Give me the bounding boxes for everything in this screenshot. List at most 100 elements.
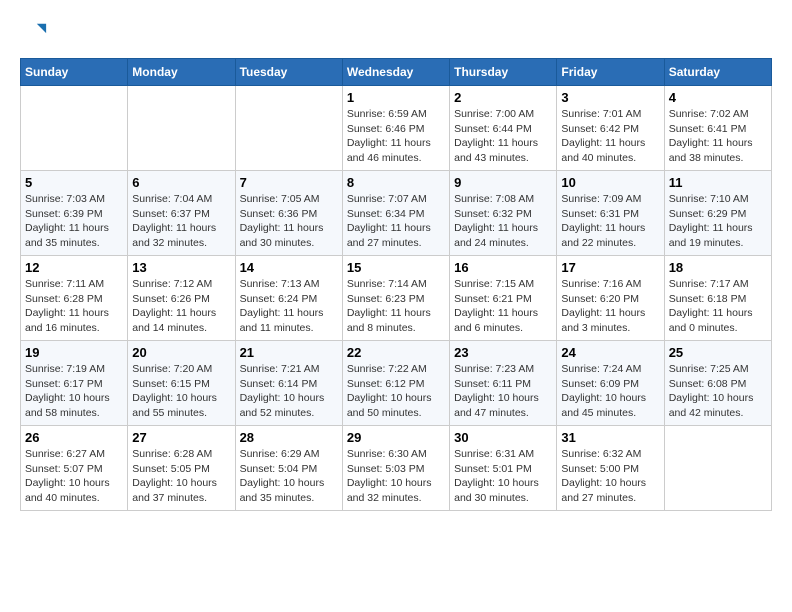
calendar-cell: 1 Sunrise: 6:59 AM Sunset: 6:46 PM Daylig…	[342, 86, 449, 171]
day-info: Sunrise: 7:25 AM Sunset: 6:08 PM Dayligh…	[669, 362, 767, 421]
calendar-cell: 2 Sunrise: 7:00 AM Sunset: 6:44 PM Daylig…	[450, 86, 557, 171]
logo	[20, 20, 52, 48]
calendar-cell: 5 Sunrise: 7:03 AM Sunset: 6:39 PM Daylig…	[21, 171, 128, 256]
day-number: 25	[669, 345, 767, 360]
day-number: 22	[347, 345, 445, 360]
calendar-cell: 18Sunrise: 7:17 AM Sunset: 6:18 PM Dayli…	[664, 256, 771, 341]
calendar-week-row: 26Sunrise: 6:27 AM Sunset: 5:07 PM Dayli…	[21, 426, 772, 511]
day-info: Sunrise: 7:01 AM Sunset: 6:42 PM Dayligh…	[561, 107, 659, 166]
day-info: Sunrise: 7:22 AM Sunset: 6:12 PM Dayligh…	[347, 362, 445, 421]
day-info: Sunrise: 7:15 AM Sunset: 6:21 PM Dayligh…	[454, 277, 552, 336]
day-number: 11	[669, 175, 767, 190]
day-number: 9	[454, 175, 552, 190]
calendar-week-row: 1 Sunrise: 6:59 AM Sunset: 6:46 PM Daylig…	[21, 86, 772, 171]
logo-icon	[20, 20, 48, 48]
calendar-cell: 22 Sunrise: 7:22 AM Sunset: 6:12 PM Dayli…	[342, 341, 449, 426]
day-info: Sunrise: 7:04 AM Sunset: 6:37 PM Dayligh…	[132, 192, 230, 251]
day-info: Sunrise: 7:00 AM Sunset: 6:44 PM Dayligh…	[454, 107, 552, 166]
day-number: 26	[25, 430, 123, 445]
weekday-header: Thursday	[450, 59, 557, 86]
day-number: 3	[561, 90, 659, 105]
day-info: Sunrise: 6:30 AM Sunset: 5:03 PM Dayligh…	[347, 447, 445, 506]
day-info: Sunrise: 7:23 AM Sunset: 6:11 PM Dayligh…	[454, 362, 552, 421]
day-info: Sunrise: 7:24 AM Sunset: 6:09 PM Dayligh…	[561, 362, 659, 421]
calendar-cell: 31Sunrise: 6:32 AM Sunset: 5:00 PM Dayli…	[557, 426, 664, 511]
day-number: 23	[454, 345, 552, 360]
calendar-cell: 13 Sunrise: 7:12 AM Sunset: 6:26 PM Dayli…	[128, 256, 235, 341]
day-info: Sunrise: 7:03 AM Sunset: 6:39 PM Dayligh…	[25, 192, 123, 251]
day-number: 13	[132, 260, 230, 275]
day-number: 30	[454, 430, 552, 445]
calendar-week-row: 19 Sunrise: 7:19 AM Sunset: 6:17 PM Dayli…	[21, 341, 772, 426]
day-info: Sunrise: 7:14 AM Sunset: 6:23 PM Dayligh…	[347, 277, 445, 336]
calendar-cell: 8 Sunrise: 7:07 AM Sunset: 6:34 PM Daylig…	[342, 171, 449, 256]
calendar-cell: 27 Sunrise: 6:28 AM Sunset: 5:05 PM Dayli…	[128, 426, 235, 511]
day-info: Sunrise: 7:21 AM Sunset: 6:14 PM Dayligh…	[240, 362, 338, 421]
calendar-cell: 6Sunrise: 7:04 AM Sunset: 6:37 PM Daylig…	[128, 171, 235, 256]
calendar-week-row: 5 Sunrise: 7:03 AM Sunset: 6:39 PM Daylig…	[21, 171, 772, 256]
day-number: 8	[347, 175, 445, 190]
day-number: 17	[561, 260, 659, 275]
calendar-cell	[235, 86, 342, 171]
day-number: 7	[240, 175, 338, 190]
day-info: Sunrise: 7:19 AM Sunset: 6:17 PM Dayligh…	[25, 362, 123, 421]
calendar-cell: 15 Sunrise: 7:14 AM Sunset: 6:23 PM Dayli…	[342, 256, 449, 341]
day-info: Sunrise: 7:16 AM Sunset: 6:20 PM Dayligh…	[561, 277, 659, 336]
calendar-cell: 25 Sunrise: 7:25 AM Sunset: 6:08 PM Dayli…	[664, 341, 771, 426]
weekday-header: Sunday	[21, 59, 128, 86]
calendar-cell: 9 Sunrise: 7:08 AM Sunset: 6:32 PM Daylig…	[450, 171, 557, 256]
day-number: 16	[454, 260, 552, 275]
day-info: Sunrise: 7:11 AM Sunset: 6:28 PM Dayligh…	[25, 277, 123, 336]
day-info: Sunrise: 6:28 AM Sunset: 5:05 PM Dayligh…	[132, 447, 230, 506]
day-info: Sunrise: 6:29 AM Sunset: 5:04 PM Dayligh…	[240, 447, 338, 506]
day-info: Sunrise: 7:20 AM Sunset: 6:15 PM Dayligh…	[132, 362, 230, 421]
day-number: 14	[240, 260, 338, 275]
calendar-cell: 12 Sunrise: 7:11 AM Sunset: 6:28 PM Dayli…	[21, 256, 128, 341]
day-info: Sunrise: 7:05 AM Sunset: 6:36 PM Dayligh…	[240, 192, 338, 251]
day-number: 27	[132, 430, 230, 445]
calendar-cell: 11 Sunrise: 7:10 AM Sunset: 6:29 PM Dayli…	[664, 171, 771, 256]
day-info: Sunrise: 7:17 AM Sunset: 6:18 PM Dayligh…	[669, 277, 767, 336]
calendar-cell: 4 Sunrise: 7:02 AM Sunset: 6:41 PM Daylig…	[664, 86, 771, 171]
day-info: Sunrise: 7:12 AM Sunset: 6:26 PM Dayligh…	[132, 277, 230, 336]
day-info: Sunrise: 6:31 AM Sunset: 5:01 PM Dayligh…	[454, 447, 552, 506]
calendar-cell: 20Sunrise: 7:20 AM Sunset: 6:15 PM Dayli…	[128, 341, 235, 426]
calendar-cell: 16 Sunrise: 7:15 AM Sunset: 6:21 PM Dayli…	[450, 256, 557, 341]
calendar-cell	[664, 426, 771, 511]
day-info: Sunrise: 7:10 AM Sunset: 6:29 PM Dayligh…	[669, 192, 767, 251]
calendar-cell: 17 Sunrise: 7:16 AM Sunset: 6:20 PM Dayli…	[557, 256, 664, 341]
day-number: 24	[561, 345, 659, 360]
day-number: 19	[25, 345, 123, 360]
day-number: 15	[347, 260, 445, 275]
weekday-header: Monday	[128, 59, 235, 86]
day-info: Sunrise: 6:59 AM Sunset: 6:46 PM Dayligh…	[347, 107, 445, 166]
day-number: 5	[25, 175, 123, 190]
day-number: 4	[669, 90, 767, 105]
page-header	[20, 20, 772, 48]
calendar-cell: 26Sunrise: 6:27 AM Sunset: 5:07 PM Dayli…	[21, 426, 128, 511]
day-number: 12	[25, 260, 123, 275]
calendar-cell	[128, 86, 235, 171]
day-number: 31	[561, 430, 659, 445]
calendar-cell: 23 Sunrise: 7:23 AM Sunset: 6:11 PM Dayli…	[450, 341, 557, 426]
calendar-cell: 21Sunrise: 7:21 AM Sunset: 6:14 PM Dayli…	[235, 341, 342, 426]
calendar-cell: 7 Sunrise: 7:05 AM Sunset: 6:36 PM Daylig…	[235, 171, 342, 256]
calendar-cell: 3 Sunrise: 7:01 AM Sunset: 6:42 PM Daylig…	[557, 86, 664, 171]
day-info: Sunrise: 7:09 AM Sunset: 6:31 PM Dayligh…	[561, 192, 659, 251]
day-number: 2	[454, 90, 552, 105]
day-info: Sunrise: 7:08 AM Sunset: 6:32 PM Dayligh…	[454, 192, 552, 251]
day-number: 10	[561, 175, 659, 190]
weekday-header: Wednesday	[342, 59, 449, 86]
weekday-header: Friday	[557, 59, 664, 86]
day-info: Sunrise: 7:02 AM Sunset: 6:41 PM Dayligh…	[669, 107, 767, 166]
day-number: 1	[347, 90, 445, 105]
weekday-header: Saturday	[664, 59, 771, 86]
calendar-cell: 24 Sunrise: 7:24 AM Sunset: 6:09 PM Dayli…	[557, 341, 664, 426]
day-number: 28	[240, 430, 338, 445]
day-info: Sunrise: 7:07 AM Sunset: 6:34 PM Dayligh…	[347, 192, 445, 251]
weekday-header: Tuesday	[235, 59, 342, 86]
day-number: 29	[347, 430, 445, 445]
calendar-week-row: 12 Sunrise: 7:11 AM Sunset: 6:28 PM Dayli…	[21, 256, 772, 341]
calendar-cell: 10 Sunrise: 7:09 AM Sunset: 6:31 PM Dayli…	[557, 171, 664, 256]
calendar-cell: 29 Sunrise: 6:30 AM Sunset: 5:03 PM Dayli…	[342, 426, 449, 511]
